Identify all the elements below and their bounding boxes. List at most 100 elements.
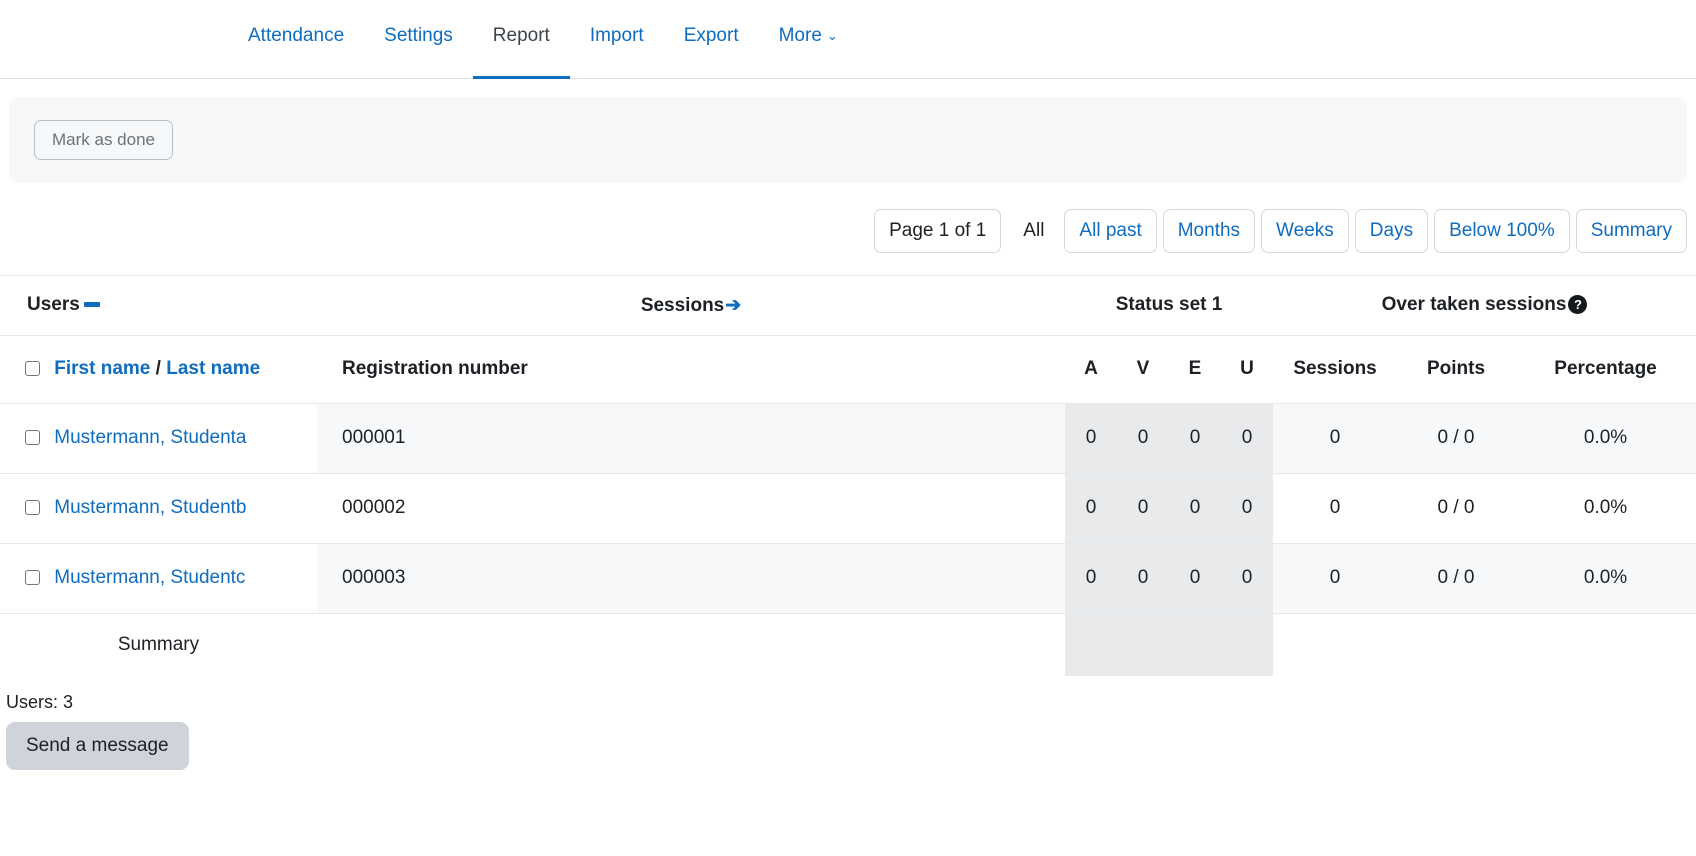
sessions-cell: 0 [1273, 473, 1398, 544]
filter-all-past-button[interactable]: All past [1064, 209, 1157, 253]
summary-status-a-cell [1065, 613, 1117, 677]
tab-export-label: Export [683, 24, 739, 46]
group-header-users-label: Users [27, 294, 80, 316]
column-header-status-v: V [1117, 335, 1169, 404]
column-header-name: First name / Last name [0, 335, 317, 404]
row-select-checkbox[interactable] [25, 429, 40, 445]
arrow-right-icon[interactable]: ➔ [725, 294, 741, 317]
tab-report-label: Report [492, 24, 550, 46]
tab-more-label: More [778, 24, 822, 46]
user-name-cell: Mustermann, Studentc [0, 543, 317, 614]
attendance-report-table: Users Sessions➔ Status set 1 Over taken … [0, 274, 1696, 677]
status-u-cell: 0 [1221, 403, 1274, 474]
summary-points-cell [1397, 613, 1516, 677]
status-v-cell: 0 [1117, 403, 1169, 474]
tab-report[interactable]: Report [472, 0, 570, 79]
table-group-header-row: Users Sessions➔ Status set 1 Over taken … [0, 274, 1696, 336]
tab-attendance[interactable]: Attendance [228, 0, 364, 79]
send-message-button[interactable]: Send a message [6, 722, 189, 771]
tab-settings[interactable]: Settings [364, 0, 473, 79]
mark-as-done-button[interactable]: Mark as done [34, 120, 173, 160]
registration-cell: 000002 [317, 473, 1065, 544]
percentage-cell: 0.0% [1515, 473, 1696, 544]
group-header-sessions: Sessions➔ [317, 274, 1065, 336]
sort-first-name-link[interactable]: First name [54, 358, 150, 379]
table-summary-row: Summary [0, 613, 1696, 677]
registration-cell: 000001 [317, 403, 1065, 474]
help-icon[interactable]: ? [1568, 294, 1588, 314]
user-name-link[interactable]: Mustermann, Studentc [54, 567, 245, 588]
group-header-over-taken-label: Over taken sessions [1381, 294, 1567, 316]
table-row: Mustermann, Studentc 000003 0 0 0 0 0 0 … [0, 543, 1696, 614]
report-footer: Users: 3 Send a message [0, 676, 1696, 771]
sessions-cell: 0 [1273, 403, 1398, 474]
table-row: Mustermann, Studenta 000001 0 0 0 0 0 0 … [0, 403, 1696, 474]
group-header-sessions-label: Sessions [640, 294, 725, 316]
summary-sessions-cell [1273, 613, 1398, 677]
user-name-link[interactable]: Mustermann, Studentb [54, 497, 246, 518]
table-row: Mustermann, Studentb 000002 0 0 0 0 0 0 … [0, 473, 1696, 544]
percentage-cell: 0.0% [1515, 403, 1696, 474]
sessions-cell: 0 [1273, 543, 1398, 614]
row-select-checkbox[interactable] [25, 569, 40, 585]
sort-last-name-link[interactable]: Last name [166, 358, 260, 379]
filter-weeks-button[interactable]: Weeks [1261, 209, 1349, 253]
filter-below-100-button[interactable]: Below 100% [1434, 209, 1570, 253]
tab-more[interactable]: More ⌄ [759, 0, 858, 79]
status-e-cell: 0 [1169, 403, 1221, 474]
chevron-down-icon: ⌄ [826, 27, 838, 43]
status-e-cell: 0 [1169, 543, 1221, 614]
tab-export[interactable]: Export [664, 0, 759, 79]
filter-days-button[interactable]: Days [1354, 209, 1429, 253]
summary-status-v-cell [1117, 613, 1169, 677]
summary-status-e-cell [1169, 613, 1221, 677]
tab-import[interactable]: Import [570, 0, 664, 79]
group-header-over-taken: Over taken sessions? [1273, 274, 1696, 336]
status-a-cell: 0 [1065, 403, 1117, 474]
name-separator: / [155, 358, 161, 380]
select-all-checkbox[interactable] [25, 360, 40, 376]
tab-attendance-label: Attendance [248, 24, 345, 46]
summary-registration-cell [317, 613, 1065, 677]
all-label: All [1023, 219, 1045, 241]
user-name-link[interactable]: Mustermann, Studenta [54, 427, 246, 448]
summary-percentage-cell [1515, 613, 1696, 677]
activity-tab-bar: Attendance Settings Report Import Export… [0, 0, 1696, 79]
column-header-sessions: Sessions [1273, 335, 1398, 404]
column-header-status-u: U [1221, 335, 1274, 404]
status-e-cell: 0 [1169, 473, 1221, 544]
column-header-percentage: Percentage [1515, 335, 1696, 404]
filter-summary-button[interactable]: Summary [1575, 209, 1687, 253]
group-header-status-set: Status set 1 [1065, 274, 1274, 336]
status-u-cell: 0 [1221, 543, 1274, 614]
user-name-cell: Mustermann, Studentb [0, 473, 317, 544]
page-indicator-button[interactable]: Page 1 of 1 [874, 209, 1002, 253]
percentage-cell: 0.0% [1515, 543, 1696, 614]
points-cell: 0 / 0 [1397, 473, 1516, 544]
summary-status-u-cell [1221, 613, 1274, 677]
registration-cell: 000003 [317, 543, 1065, 614]
column-header-points: Points [1397, 335, 1516, 404]
user-name-cell: Mustermann, Studenta [0, 403, 317, 474]
summary-label: Summary [0, 613, 317, 677]
users-count-label: Users: 3 [6, 692, 74, 713]
status-a-cell: 0 [1065, 473, 1117, 544]
tab-import-label: Import [589, 24, 644, 46]
activity-completion-panel: Mark as done [9, 97, 1687, 183]
minus-collapse-icon[interactable] [83, 301, 100, 307]
status-u-cell: 0 [1221, 473, 1274, 544]
column-header-status-a: A [1065, 335, 1117, 404]
column-header-status-e: E [1169, 335, 1221, 404]
filter-months-button[interactable]: Months [1162, 209, 1256, 253]
status-v-cell: 0 [1117, 473, 1169, 544]
tab-settings-label: Settings [384, 24, 453, 46]
column-header-registration: Registration number [317, 335, 1065, 404]
points-cell: 0 / 0 [1397, 403, 1516, 474]
group-header-status-set-label: Status set 1 [1115, 294, 1223, 316]
row-select-checkbox[interactable] [25, 499, 40, 515]
status-a-cell: 0 [1065, 543, 1117, 614]
report-controls: Page 1 of 1 All All past Months Weeks Da… [0, 183, 1696, 275]
points-cell: 0 / 0 [1397, 543, 1516, 614]
status-v-cell: 0 [1117, 543, 1169, 614]
table-column-header-row: First name / Last name Registration numb… [0, 335, 1696, 404]
